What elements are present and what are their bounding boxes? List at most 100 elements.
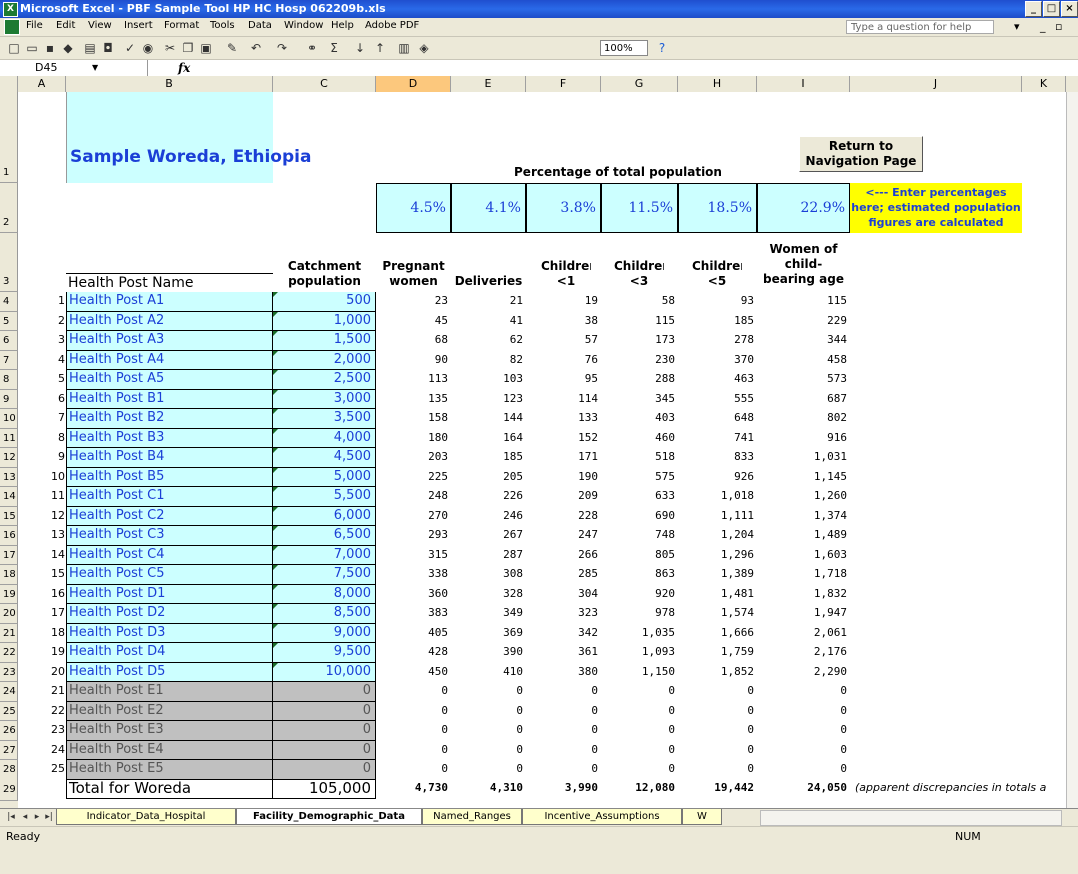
menu-edit[interactable]: Edit [56,20,75,31]
format-painter-icon[interactable]: ✎ [224,40,240,56]
cell-children-1[interactable]: 114 [526,390,601,410]
cell-pregnant[interactable]: 0 [376,760,451,780]
row-header[interactable]: 17 [0,545,18,565]
cell-pregnant[interactable]: 0 [376,721,451,741]
row-index[interactable]: 16 [18,585,66,605]
cell-children-5[interactable]: 0 [678,721,757,741]
cell-children-1[interactable]: 266 [526,546,601,566]
cell-deliveries[interactable]: 308 [451,565,526,585]
cell-deliveries[interactable]: 410 [451,663,526,683]
cell-children-5[interactable]: 93 [678,292,757,312]
cell-deliveries[interactable]: 287 [451,546,526,566]
health-post-name[interactable]: Health Post B5 [66,467,273,487]
row-header[interactable]: 27 [0,740,18,760]
cell-pregnant[interactable]: 0 [376,682,451,702]
health-post-name[interactable]: Health Post C2 [66,506,273,526]
minimize-button[interactable]: _ [1025,1,1042,17]
cell-women[interactable]: 0 [757,721,850,741]
row-header[interactable]: 21 [0,623,18,643]
health-post-name[interactable]: Health Post A5 [66,370,273,390]
row-header[interactable]: 26 [0,721,18,741]
row-index[interactable]: 25 [18,760,66,780]
cell-women[interactable]: 1,603 [757,546,850,566]
row-header[interactable]: 28 [0,760,18,780]
catchment-population[interactable]: 0 [273,682,376,702]
tab-facility-demographic-data[interactable]: Facility_Demographic_Data [236,809,422,825]
row-header[interactable]: 29 [0,779,18,801]
total-pop[interactable]: 105,000 [273,777,376,799]
health-post-name[interactable]: Health Post B1 [66,389,273,409]
cell-children-5[interactable]: 926 [678,468,757,488]
cell-children-5[interactable]: 555 [678,390,757,410]
catchment-population[interactable]: 0 [273,740,376,760]
tab-indicator-data-hospital[interactable]: Indicator_Data_Hospital [56,809,236,825]
row-index[interactable]: 3 [18,331,66,351]
row-header[interactable]: 3 [0,233,18,292]
row-header[interactable]: 1 [0,92,18,183]
cell-children-5[interactable]: 741 [678,429,757,449]
menu-file[interactable]: File [26,20,43,31]
pct-children-3[interactable]: 11.5% [601,183,678,233]
permission-icon[interactable]: ◆ [60,40,76,56]
zoom-select[interactable]: 100% [600,40,648,56]
excel-app-icon[interactable]: X [3,2,18,17]
catchment-population[interactable]: 9,000 [273,623,376,643]
doc-restore-icon[interactable]: ▫ [1055,20,1062,33]
cell-children-3[interactable]: 115 [601,312,678,332]
cell-children-1[interactable]: 38 [526,312,601,332]
cell-children-3[interactable]: 633 [601,487,678,507]
cell-pregnant[interactable]: 0 [376,741,451,761]
health-post-name[interactable]: Health Post D5 [66,662,273,682]
cell-women[interactable]: 0 [757,702,850,722]
row-header[interactable]: 25 [0,701,18,721]
row-index[interactable]: 7 [18,409,66,429]
cell-children-1[interactable]: 0 [526,741,601,761]
health-post-name[interactable]: Health Post B4 [66,448,273,468]
save-icon[interactable]: ▪ [42,40,58,56]
catchment-population[interactable]: 9,500 [273,643,376,663]
cell-deliveries[interactable]: 0 [451,682,526,702]
sort-descending-icon[interactable]: ↑ [372,40,388,56]
cell-pregnant[interactable]: 90 [376,351,451,371]
pct-pregnant[interactable]: 4.5% [376,183,451,233]
row-header[interactable]: 8 [0,370,18,390]
cell-children-3[interactable]: 518 [601,448,678,468]
cell-children-1[interactable]: 0 [526,682,601,702]
cell-deliveries[interactable]: 0 [451,760,526,780]
cell-pregnant[interactable]: 360 [376,585,451,605]
cell-deliveries[interactable]: 246 [451,507,526,527]
col-header-d[interactable]: D [376,76,451,92]
cell-deliveries[interactable]: 349 [451,604,526,624]
cell-children-5[interactable]: 0 [678,760,757,780]
document-icon[interactable] [4,19,20,35]
health-post-name[interactable]: Health Post A1 [66,292,273,312]
cell-women[interactable]: 1,031 [757,448,850,468]
row-index[interactable]: 5 [18,370,66,390]
catchment-population[interactable]: 5,500 [273,487,376,507]
catchment-population[interactable]: 0 [273,721,376,741]
cell-children-5[interactable]: 463 [678,370,757,390]
cell-children-5[interactable]: 1,666 [678,624,757,644]
row-header[interactable]: 14 [0,487,18,507]
catchment-population[interactable]: 2,000 [273,350,376,370]
col-header-i[interactable]: I [757,76,850,92]
row-index[interactable]: 22 [18,702,66,722]
print-icon[interactable]: ▤ [82,40,98,56]
cell-deliveries[interactable]: 369 [451,624,526,644]
cell-children-3[interactable]: 0 [601,741,678,761]
row-index[interactable]: 17 [18,604,66,624]
cell-deliveries[interactable]: 267 [451,526,526,546]
cell-children-1[interactable]: 247 [526,526,601,546]
cell-pregnant[interactable]: 45 [376,312,451,332]
cell-children-3[interactable]: 920 [601,585,678,605]
health-post-name[interactable]: Health Post D3 [66,623,273,643]
cell-women[interactable]: 1,947 [757,604,850,624]
cell-children-1[interactable]: 285 [526,565,601,585]
cell-children-5[interactable]: 648 [678,409,757,429]
cell-deliveries[interactable]: 328 [451,585,526,605]
cell-children-1[interactable]: 0 [526,721,601,741]
col-header-b[interactable]: B [66,76,273,92]
tab-incentive-assumptions[interactable]: Incentive_Assumptions [522,809,682,825]
total-children-3[interactable]: 12,080 [601,779,678,799]
cell-children-5[interactable]: 0 [678,682,757,702]
